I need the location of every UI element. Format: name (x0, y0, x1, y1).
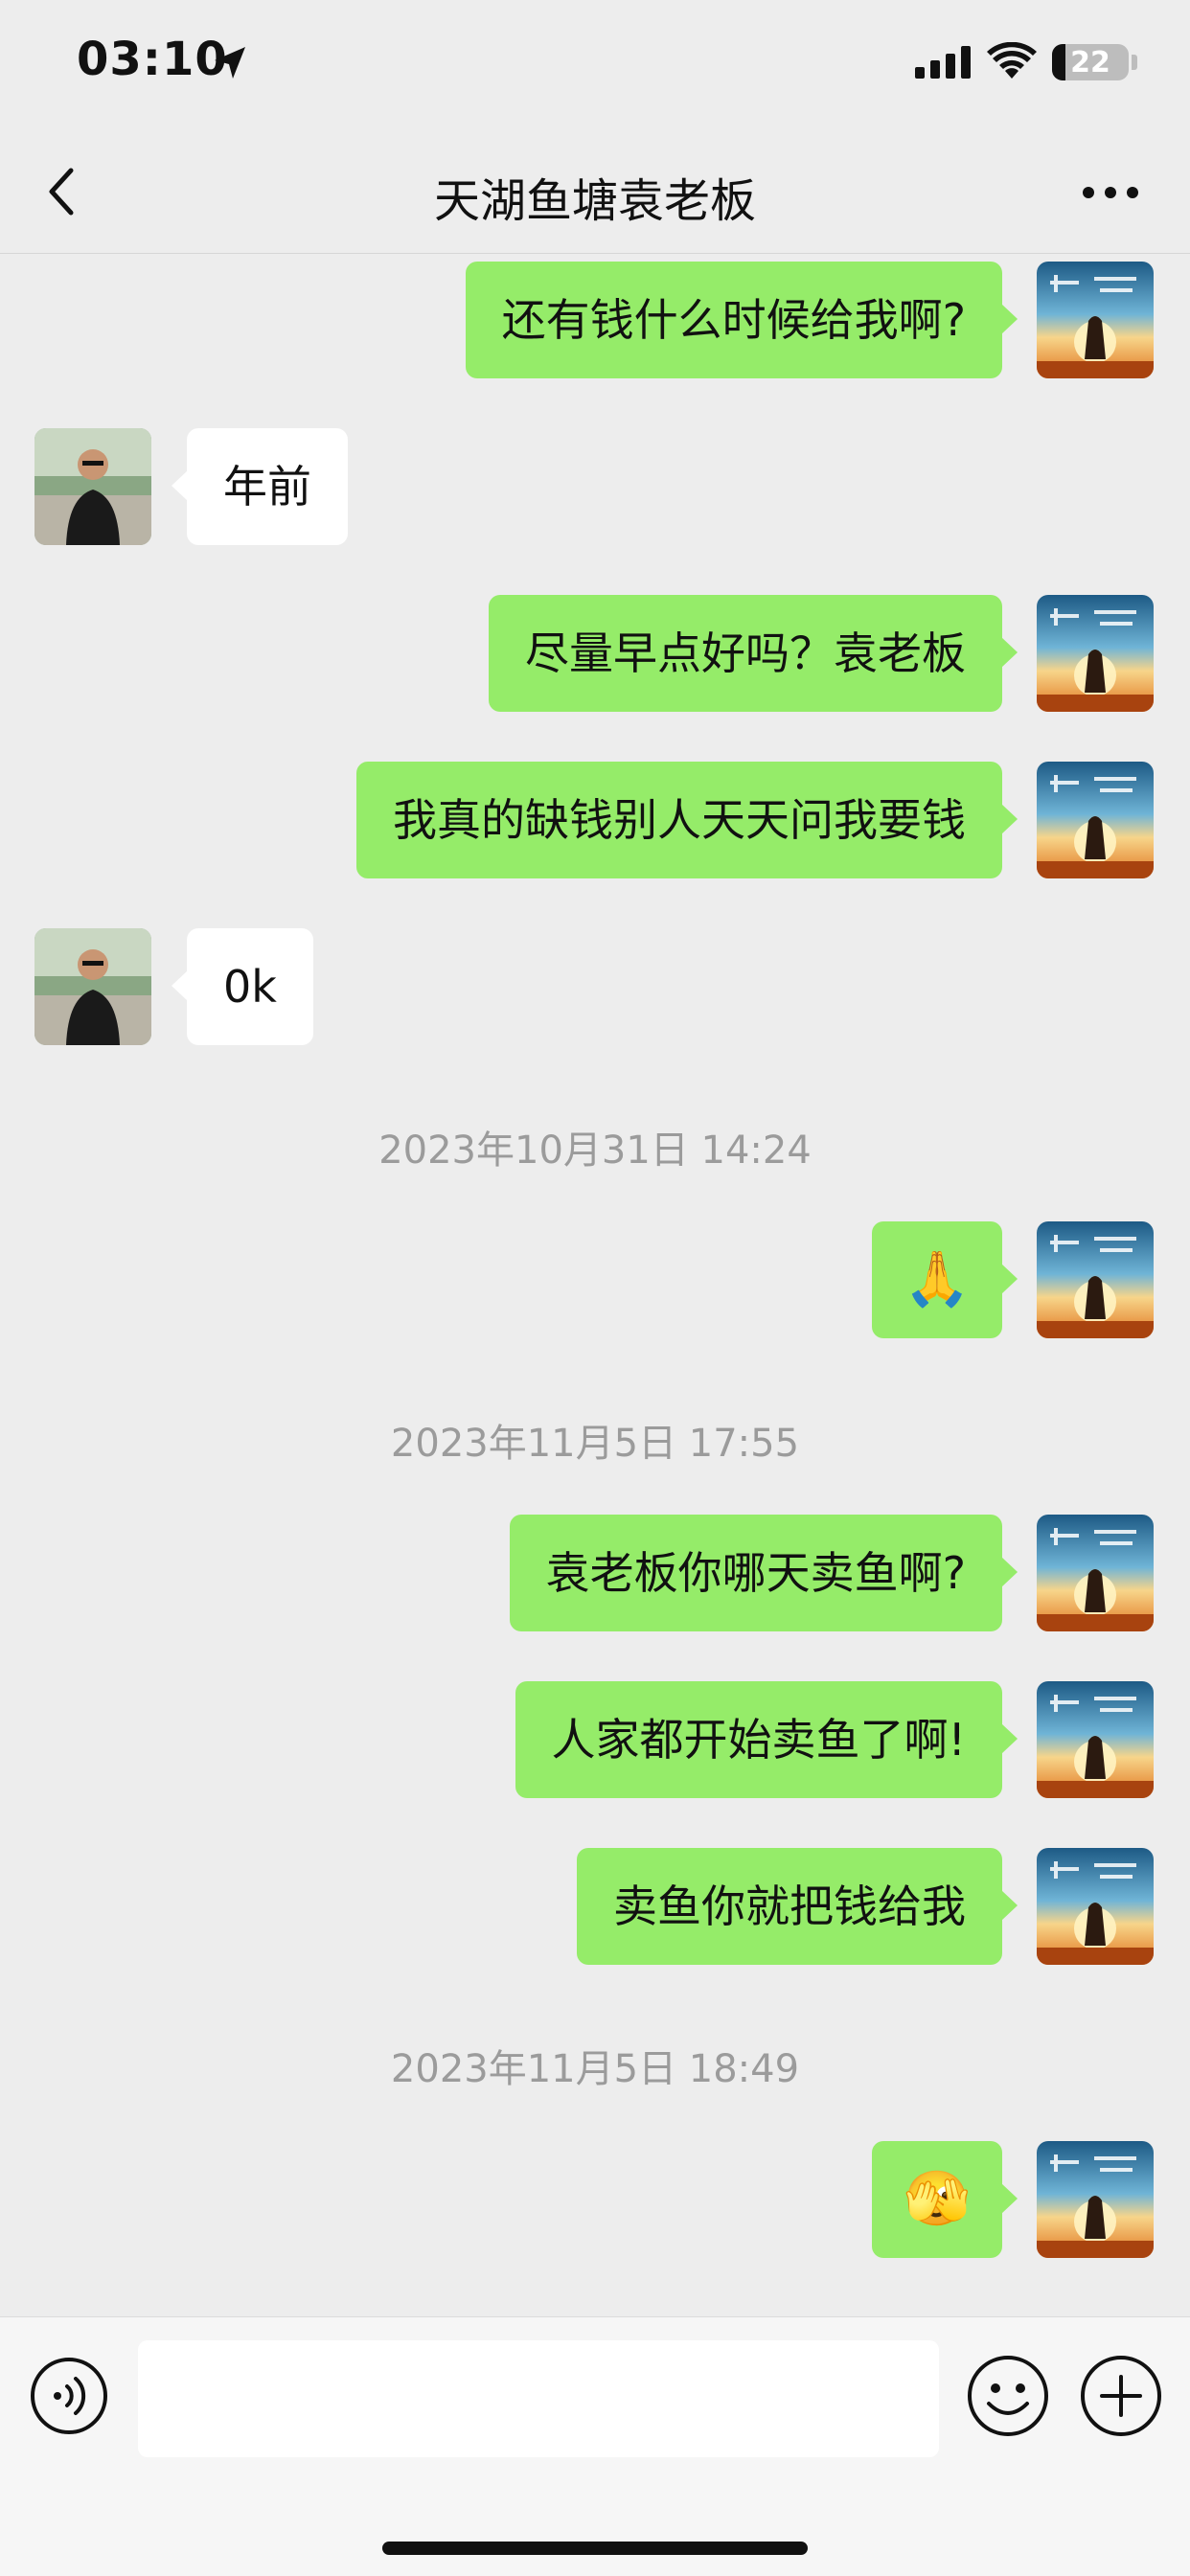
wifi-icon (987, 42, 1037, 79)
emoji-icon[interactable] (966, 2354, 1050, 2438)
message-input[interactable] (138, 2340, 939, 2457)
my-avatar[interactable] (1037, 1848, 1154, 1965)
my-avatar[interactable] (1037, 1221, 1154, 1338)
signal-icon (915, 46, 971, 79)
outgoing-message[interactable]: 人家都开始卖鱼了啊! (515, 1681, 1018, 1798)
timestamp: 2023年11月5日 18:49 (390, 2047, 800, 2091)
more-icon[interactable] (1077, 169, 1144, 217)
incoming-message[interactable]: 年前 (172, 428, 348, 545)
outgoing-message[interactable]: 我真的缺钱别人天天问我要钱 (356, 762, 1018, 878)
message-row: 尽量早点好吗？袁老板 (0, 595, 1190, 712)
outgoing-message[interactable]: 卖鱼你就把钱给我 (577, 1848, 1018, 1965)
message-row: 🙏 (0, 1221, 1190, 1338)
plus-icon[interactable] (1079, 2354, 1163, 2438)
my-avatar[interactable] (1037, 1681, 1154, 1798)
message-row: 我真的缺钱别人天天问我要钱 (0, 762, 1190, 878)
outgoing-message[interactable]: 袁老板你哪天卖鱼啊? (509, 1515, 1018, 1631)
chat-header: 天湖鱼塘袁老板 (0, 134, 1190, 254)
battery-indicator: 22 (1052, 44, 1129, 80)
voice-icon[interactable] (29, 2356, 109, 2436)
message-row: 年前 (0, 428, 1190, 545)
contact-avatar[interactable] (34, 928, 151, 1045)
my-avatar[interactable] (1037, 1515, 1154, 1631)
battery-percent: 22 (1070, 46, 1110, 80)
message-row: 人家都开始卖鱼了啊! (0, 1681, 1190, 1798)
contact-avatar[interactable] (34, 428, 151, 545)
message-row: 袁老板你哪天卖鱼啊? (0, 1515, 1190, 1631)
message-row: 🫣 (0, 2141, 1190, 2258)
status-time: 03:10 (77, 33, 228, 86)
input-bar (0, 2316, 1190, 2576)
my-avatar[interactable] (1037, 262, 1154, 378)
message-row: 0k (0, 928, 1190, 1045)
timestamp: 2023年11月5日 17:55 (390, 1422, 800, 1466)
outgoing-message[interactable]: 尽量早点好吗？袁老板 (489, 595, 1018, 712)
timestamp: 2023年10月31日 14:24 (378, 1128, 812, 1173)
outgoing-message[interactable]: 还有钱什么时候给我啊? (465, 262, 1018, 378)
home-indicator[interactable] (382, 2542, 808, 2555)
status-bar: 03:10 22 (0, 0, 1190, 134)
message-list: 还有钱什么时候给我啊? 年前 尽量早点好吗？袁老板 我真的缺钱别人天天问我要钱 … (0, 254, 1190, 2314)
my-avatar[interactable] (1037, 2141, 1154, 2258)
location-arrow-icon (215, 47, 245, 79)
my-avatar[interactable] (1037, 762, 1154, 878)
chat-title: 天湖鱼塘袁老板 (433, 174, 756, 228)
message-row: 还有钱什么时候给我啊? (0, 262, 1190, 378)
outgoing-emoji-message[interactable]: 🙏 (872, 1221, 1018, 1338)
my-avatar[interactable] (1037, 595, 1154, 712)
message-row: 卖鱼你就把钱给我 (0, 1848, 1190, 1965)
outgoing-emoji-message[interactable]: 🫣 (872, 2141, 1018, 2258)
incoming-message[interactable]: 0k (172, 928, 313, 1045)
